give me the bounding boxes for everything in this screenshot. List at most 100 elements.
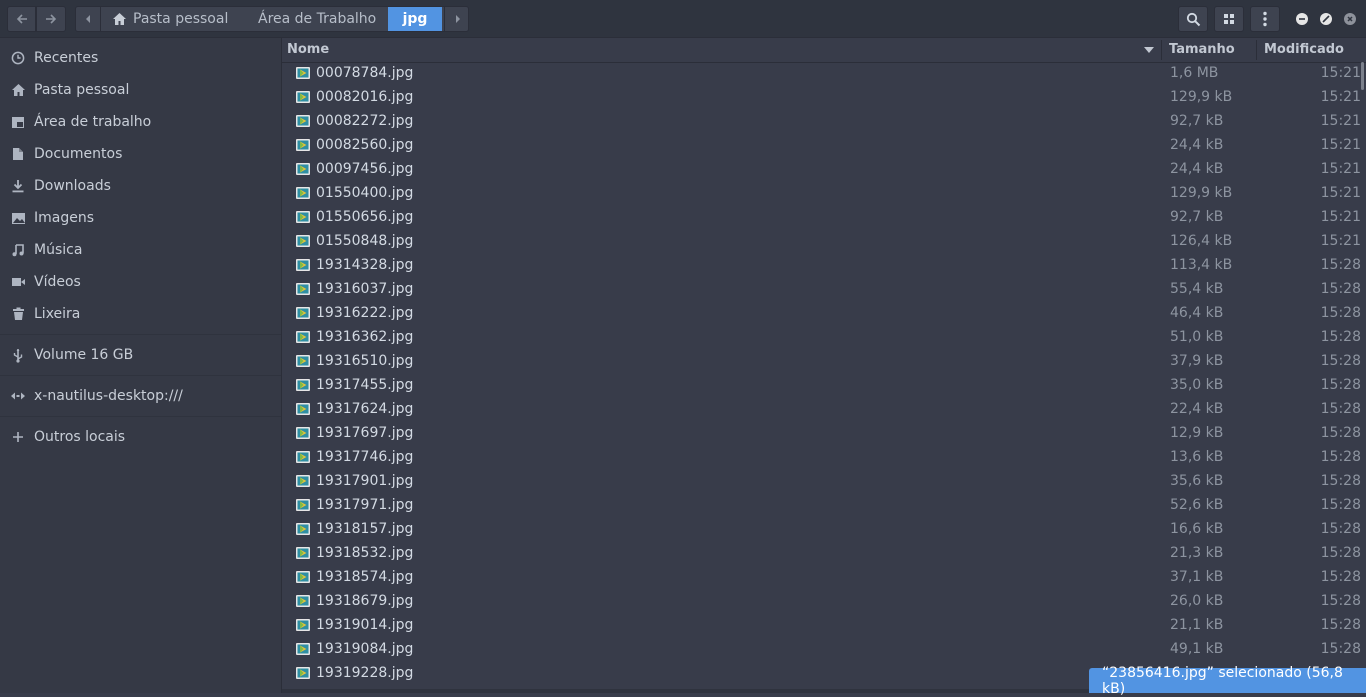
sidebar-item-downloads[interactable]: Downloads bbox=[0, 172, 281, 200]
image-file-icon bbox=[296, 67, 310, 79]
sidebar-item-pictures[interactable]: Imagens bbox=[0, 204, 281, 232]
usb-icon bbox=[10, 347, 26, 363]
file-row[interactable]: 01550848.jpg 126,4 kB 15:21 bbox=[282, 230, 1361, 254]
sort-down-icon[interactable] bbox=[1144, 47, 1154, 53]
file-row[interactable]: 19318574.jpg 37,1 kB 15:28 bbox=[282, 566, 1361, 590]
file-row[interactable]: 19319014.jpg 21,1 kB 15:28 bbox=[282, 614, 1361, 638]
file-name: 19316222.jpg bbox=[316, 305, 414, 321]
file-row[interactable]: 19316222.jpg 46,4 kB 15:28 bbox=[282, 302, 1361, 326]
close-button[interactable] bbox=[1344, 13, 1356, 25]
file-row[interactable]: 19316510.jpg 37,9 kB 15:28 bbox=[282, 350, 1361, 374]
file-row[interactable]: 19317901.jpg 35,6 kB 15:28 bbox=[282, 470, 1361, 494]
file-size: 51,0 kB bbox=[1170, 329, 1224, 345]
image-file-icon bbox=[296, 547, 310, 559]
sidebar-item-videos[interactable]: Vídeos bbox=[0, 268, 281, 296]
file-modified: 15:21 bbox=[1320, 185, 1361, 201]
path-scroll-left-button[interactable] bbox=[76, 7, 101, 31]
column-header: Nome Tamanho Modificado bbox=[282, 38, 1366, 63]
sidebar-item-desktop[interactable]: Área de trabalho bbox=[0, 108, 281, 136]
file-size: 21,1 kB bbox=[1170, 617, 1224, 633]
file-size: 129,9 kB bbox=[1170, 89, 1233, 105]
sidebar-item-recent[interactable]: Recentes bbox=[0, 44, 281, 72]
file-size: 92,7 kB bbox=[1170, 209, 1224, 225]
menu-button[interactable] bbox=[1250, 6, 1280, 32]
file-row[interactable]: 19318679.jpg 26,0 kB 15:28 bbox=[282, 590, 1361, 614]
file-name: 19314328.jpg bbox=[316, 257, 414, 273]
list-bottom-edge bbox=[282, 689, 1089, 693]
path-bar: Pasta pessoal Área de Trabalho jpg bbox=[75, 6, 469, 32]
file-name: 19317624.jpg bbox=[316, 401, 414, 417]
file-row[interactable]: 00082560.jpg 24,4 kB 15:21 bbox=[282, 134, 1361, 158]
image-file-icon bbox=[296, 283, 310, 295]
column-modified-header[interactable]: Modificado bbox=[1264, 42, 1344, 57]
image-file-icon bbox=[296, 259, 310, 271]
file-row[interactable]: 19317455.jpg 35,0 kB 15:28 bbox=[282, 374, 1361, 398]
column-name-header[interactable]: Nome bbox=[287, 42, 329, 57]
sidebar-item-music[interactable]: Música bbox=[0, 236, 281, 264]
file-row[interactable]: 19317624.jpg 22,4 kB 15:28 bbox=[282, 398, 1361, 422]
file-name: 19318532.jpg bbox=[316, 545, 414, 561]
scrollbar[interactable] bbox=[1361, 62, 1364, 90]
sidebar-item-home[interactable]: Pasta pessoal bbox=[0, 76, 281, 104]
file-row[interactable]: 01550400.jpg 129,9 kB 15:21 bbox=[282, 182, 1361, 206]
file-size: 52,6 kB bbox=[1170, 497, 1224, 513]
file-row[interactable]: 00097456.jpg 24,4 kB 15:21 bbox=[282, 158, 1361, 182]
view-mode-button[interactable] bbox=[1214, 6, 1244, 32]
file-name: 19317455.jpg bbox=[316, 377, 414, 393]
file-name: 19318679.jpg bbox=[316, 593, 414, 609]
breadcrumb-home[interactable]: Pasta pessoal bbox=[112, 7, 228, 31]
minimize-icon bbox=[1299, 18, 1305, 20]
image-file-icon bbox=[296, 403, 310, 415]
kebab-menu-icon bbox=[1263, 11, 1267, 27]
file-row[interactable]: 00078784.jpg 1,6 MB 15:21 bbox=[282, 62, 1361, 86]
file-row[interactable]: 19318157.jpg 16,6 kB 15:28 bbox=[282, 518, 1361, 542]
file-row[interactable]: 19316037.jpg 55,4 kB 15:28 bbox=[282, 278, 1361, 302]
file-modified: 15:21 bbox=[1320, 161, 1361, 177]
breadcrumb-current[interactable]: jpg bbox=[388, 7, 442, 31]
sidebar-item-documents[interactable]: Documentos bbox=[0, 140, 281, 168]
image-file-icon bbox=[296, 139, 310, 151]
column-separator[interactable] bbox=[1256, 40, 1257, 60]
document-icon bbox=[10, 146, 26, 162]
image-file-icon bbox=[296, 331, 310, 343]
forward-button[interactable] bbox=[36, 6, 66, 32]
file-size: 49,1 kB bbox=[1170, 641, 1224, 657]
search-button[interactable] bbox=[1178, 6, 1208, 32]
file-modified: 15:28 bbox=[1320, 281, 1361, 297]
file-modified: 15:21 bbox=[1320, 89, 1361, 105]
sidebar-item-label: Documentos bbox=[34, 146, 123, 162]
file-modified: 15:28 bbox=[1320, 545, 1361, 561]
file-row[interactable]: 01550656.jpg 92,7 kB 15:21 bbox=[282, 206, 1361, 230]
file-modified: 15:28 bbox=[1320, 569, 1361, 585]
sidebar-item-label: Recentes bbox=[34, 50, 99, 66]
maximize-icon bbox=[1322, 15, 1330, 23]
file-row[interactable]: 19317697.jpg 12,9 kB 15:28 bbox=[282, 422, 1361, 446]
file-row[interactable]: 19314328.jpg 113,4 kB 15:28 bbox=[282, 254, 1361, 278]
breadcrumb-desktop[interactable]: Área de Trabalho bbox=[258, 7, 376, 31]
file-row[interactable]: 19317971.jpg 52,6 kB 15:28 bbox=[282, 494, 1361, 518]
file-row[interactable]: 19318532.jpg 21,3 kB 15:28 bbox=[282, 542, 1361, 566]
image-file-icon bbox=[296, 355, 310, 367]
file-name: 00082016.jpg bbox=[316, 89, 414, 105]
file-modified: 15:28 bbox=[1320, 401, 1361, 417]
column-size-header[interactable]: Tamanho bbox=[1169, 42, 1235, 57]
minimize-button[interactable] bbox=[1296, 13, 1308, 25]
file-row[interactable]: 19317746.jpg 13,6 kB 15:28 bbox=[282, 446, 1361, 470]
back-button[interactable] bbox=[7, 6, 36, 32]
sidebar-item-trash[interactable]: Lixeira bbox=[0, 300, 281, 328]
file-row[interactable]: 00082016.jpg 129,9 kB 15:21 bbox=[282, 86, 1361, 110]
sidebar-item-volume[interactable]: Volume 16 GB bbox=[0, 341, 281, 369]
maximize-button[interactable] bbox=[1320, 13, 1332, 25]
path-scroll-right-button[interactable] bbox=[444, 7, 470, 31]
file-row[interactable]: 19316362.jpg 51,0 kB 15:28 bbox=[282, 326, 1361, 350]
image-file-icon bbox=[296, 235, 310, 247]
file-row[interactable]: 19319084.jpg 49,1 kB 15:28 bbox=[282, 638, 1361, 662]
sidebar-item-network[interactable]: x-nautilus-desktop:/// bbox=[0, 382, 281, 410]
sidebar-item-other-locations[interactable]: Outros locais bbox=[0, 423, 281, 451]
column-separator[interactable] bbox=[1161, 40, 1162, 60]
file-size: 22,4 kB bbox=[1170, 401, 1224, 417]
file-row[interactable]: 00082272.jpg 92,7 kB 15:21 bbox=[282, 110, 1361, 134]
file-name: 19317901.jpg bbox=[316, 473, 414, 489]
file-name: 19317697.jpg bbox=[316, 425, 414, 441]
home-icon bbox=[113, 13, 126, 25]
